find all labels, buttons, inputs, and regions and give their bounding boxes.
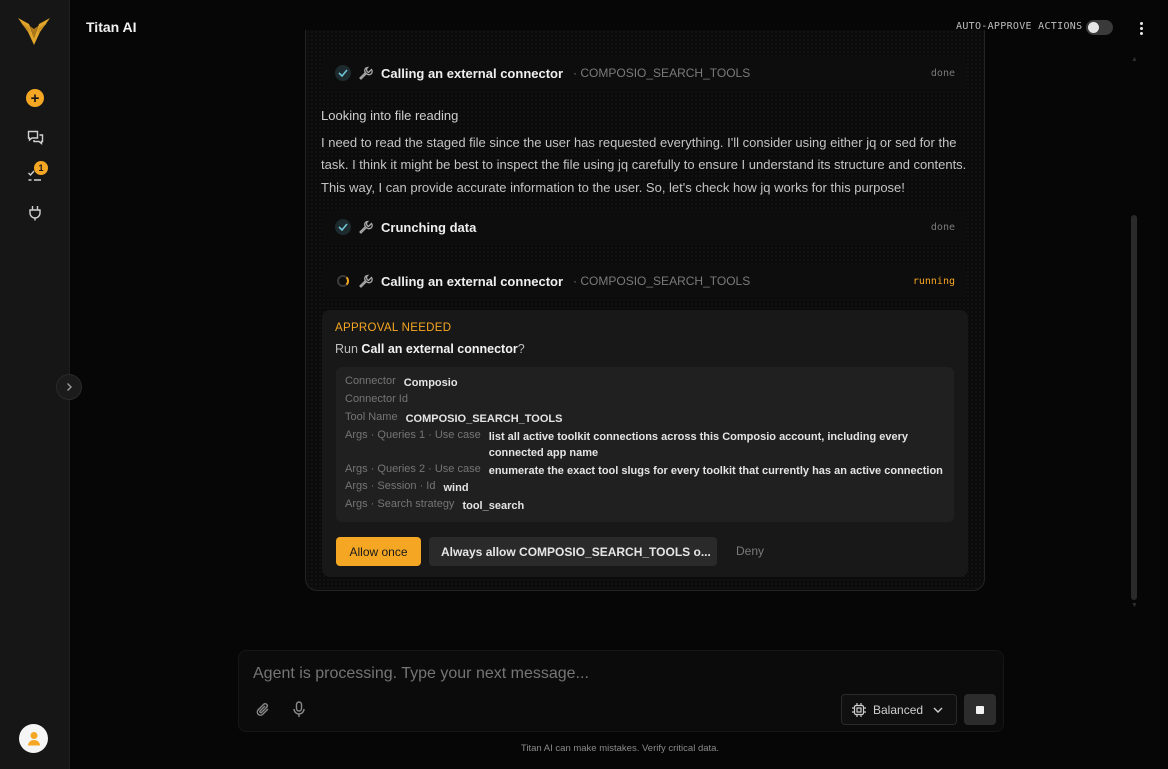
param-key: Args · Queries 1 · Use case [345,429,481,441]
thought-title: Looking into file reading [321,108,459,123]
microphone-icon [293,701,305,717]
param-key: Connector [345,375,396,387]
kebab-dot [1139,31,1143,35]
plug-icon [29,206,41,221]
param-row: Args · Queries 1 · Use case list all act… [345,429,909,461]
param-row: Connector Composio [345,375,458,391]
scroll-down-arrow[interactable]: ▼ [1131,602,1138,609]
new-chat-button[interactable]: + [22,85,48,111]
param-value: COMPOSIO_SEARCH_TOOLS [405,413,563,425]
mode-select[interactable]: Balanced [841,694,957,725]
tasks-button[interactable]: 1 [22,161,48,188]
connectors-button[interactable] [22,200,48,226]
step-status: running [912,275,955,287]
param-key: Args · Session · Id [345,480,436,492]
param-row: Args · Queries 2 · Use case enumerate th… [345,463,943,479]
message-input[interactable] [253,665,853,683]
step-item[interactable]: Calling an external connector · COMPOSIO… [322,56,967,90]
thought-body: I need to read the staged file since the… [321,135,967,195]
chats-icon [27,130,43,145]
composer: Balanced [238,650,1004,732]
stop-icon [976,705,984,714]
step-item[interactable]: Calling an external connector · COMPOSIO… [322,264,967,298]
step-label: Calling an external connector [381,65,564,81]
param-row: Tool Name COMPOSIO_SEARCH_TOOLS [345,411,562,427]
plus-circle-icon: + [26,89,44,107]
step-status: done [930,67,955,79]
param-key: Tool Name [345,411,398,423]
approval-label: APPROVAL NEEDED [335,322,452,334]
paperclip-icon [256,703,269,716]
scrollbar-thumb[interactable] [1131,215,1137,600]
mode-label: Balanced [873,702,924,717]
param-value: wind [443,482,469,494]
param-value: enumerate the exact tool slugs for every… [488,465,943,477]
approval-question-prefix: Run [335,342,358,356]
wrench-icon [359,66,373,80]
expand-sidebar-button[interactable] [56,374,82,400]
chip-icon [852,702,866,717]
app-title: Titan AI [86,19,137,35]
param-value: tool_search [462,500,525,512]
more-options-button[interactable] [1132,18,1150,38]
param-key: Connector Id [345,393,408,405]
param-value: Composio [403,377,458,389]
disclaimer: Titan AI can make mistakes. Verify criti… [520,743,720,754]
approval-question: Run Call an external connector? [335,342,525,356]
step-label: Calling an external connector [381,273,564,289]
deny-button[interactable]: Deny [736,544,764,558]
spinner-icon [337,275,349,287]
tasks-badge: 1 [34,161,48,175]
param-key: Args · Queries 2 · Use case [345,463,481,475]
step-item[interactable]: Crunching data done [322,210,967,244]
kebab-dot [1139,21,1143,25]
wrench-icon [359,274,373,288]
step-sub: · COMPOSIO_SEARCH_TOOLS [573,274,751,288]
param-row: Connector Id [345,393,416,405]
chats-button[interactable] [22,125,48,151]
check-icon [335,65,351,81]
attach-button[interactable] [255,701,271,723]
param-value: list all active toolkit connections acro… [488,431,909,459]
always-allow-button[interactable]: Always allow COMPOSIO_SEARCH_TOOLS o... [429,537,717,566]
titan-logo[interactable] [16,14,52,48]
approval-question-suffix: ? [517,342,525,356]
approval-question-action: Call an external connector [361,342,518,356]
auto-approve-toggle[interactable] [1086,20,1113,35]
voice-button[interactable] [292,701,306,723]
chevron-down-icon [933,707,943,713]
toggle-knob [1088,22,1099,33]
step-label: Crunching data [381,219,477,235]
allow-once-button[interactable]: Allow once [336,537,421,566]
param-key: Args · Search strategy [345,498,455,510]
approval-panel: APPROVAL NEEDED Run Call an external con… [322,310,968,577]
kebab-dot [1139,26,1143,30]
stop-button[interactable] [964,694,996,725]
wrench-icon [359,220,373,234]
check-icon [335,219,351,235]
param-row: Args · Search strategy tool_search [345,498,524,514]
param-row: Args · Session · Id wind [345,480,469,496]
step-sub: · COMPOSIO_SEARCH_TOOLS [573,66,751,80]
scroll-up-arrow[interactable]: ▲ [1131,56,1138,63]
step-status: done [930,221,955,233]
params-box: Connector Composio Connector Id Tool Nam… [336,367,954,522]
chevron-right-icon [67,383,72,391]
